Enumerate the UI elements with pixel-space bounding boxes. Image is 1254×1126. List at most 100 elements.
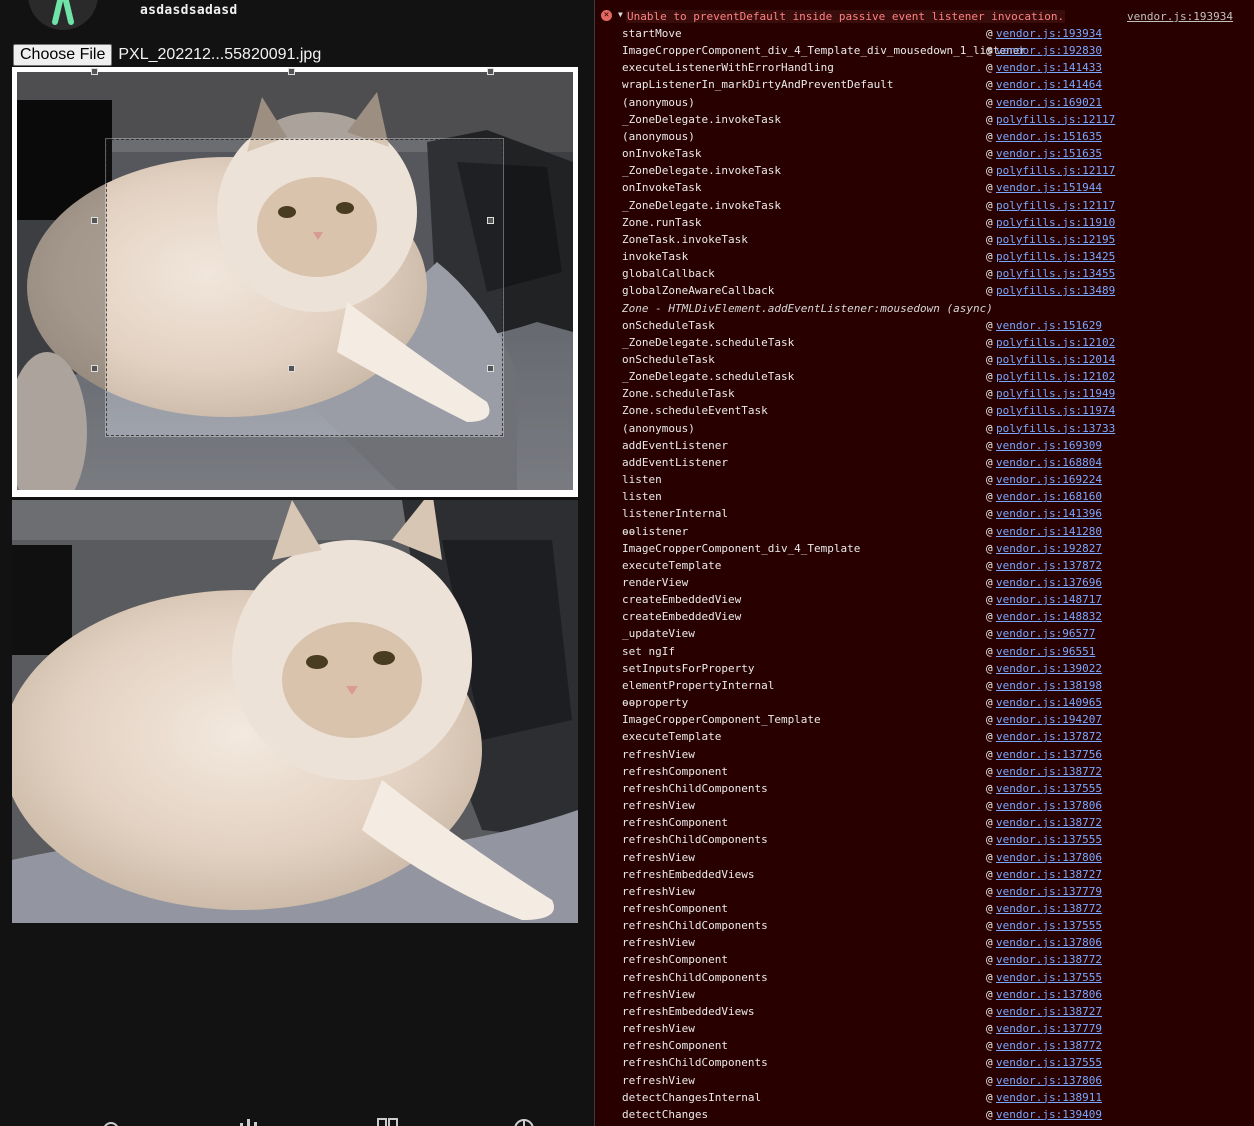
stack-frame-source-link[interactable]: vendor.js:140965 [996,694,1102,711]
expand-caret-icon[interactable]: ▼ [618,10,623,19]
stack-frame-source-link[interactable]: polyfills.js:13733 [996,420,1115,437]
globe-icon[interactable] [513,1116,535,1126]
stack-frame-source-link[interactable]: vendor.js:138727 [996,1003,1102,1020]
stack-frame-source-link[interactable]: polyfills.js:13489 [996,282,1115,299]
stack-frame-source-link[interactable]: vendor.js:138772 [996,1037,1102,1054]
stack-frame-source-link[interactable]: vendor.js:137872 [996,557,1102,574]
stack-frame-function: ZoneTask.invokeTask [622,232,748,246]
stack-frame-source-link[interactable]: vendor.js:151944 [996,179,1102,196]
stack-frame: listen @ vendor.js:169224 [595,471,1254,488]
stack-frame-source-link[interactable]: vendor.js:169224 [996,471,1102,488]
stack-frame-source-link[interactable]: vendor.js:151629 [996,317,1102,334]
grid-icon[interactable] [377,1116,399,1126]
stack-frame-source-link[interactable]: vendor.js:192830 [996,42,1102,59]
stack-frame-source-link[interactable]: vendor.js:137806 [996,849,1102,866]
stack-frame: refreshChildComponents @ vendor.js:137555 [595,969,1254,986]
stack-frame-source-link[interactable]: polyfills.js:11974 [996,402,1115,419]
avatar[interactable] [28,0,98,30]
error-source-link[interactable]: vendor.js:193934 [1127,10,1233,23]
stack-frame-source-link[interactable]: vendor.js:138911 [996,1089,1102,1106]
stack-frame-source-link[interactable]: polyfills.js:12117 [996,197,1115,214]
at-sign: @ [986,953,993,967]
at-sign: @ [986,799,993,813]
stack-frame-source-link[interactable]: vendor.js:137806 [996,934,1102,951]
stack-frame-source-link[interactable]: vendor.js:137806 [996,986,1102,1003]
stack-frame-source-link[interactable]: vendor.js:194207 [996,711,1102,728]
stack-frame-source-link[interactable]: vendor.js:96551 [996,643,1095,660]
stack-frame-source-link[interactable]: vendor.js:141396 [996,505,1102,522]
stack-frame-source-link[interactable]: vendor.js:139409 [996,1106,1102,1123]
crop-handle-top[interactable] [288,68,295,75]
stack-frame-source-link[interactable]: polyfills.js:11910 [996,214,1115,231]
stack-frame-source-link[interactable]: vendor.js:137779 [996,1020,1102,1037]
file-input[interactable]: Choose File PXL_202212...55820091.jpg [13,44,321,66]
stack-frame-source-link[interactable]: vendor.js:139022 [996,660,1102,677]
stack-frame-source-link[interactable]: polyfills.js:12195 [996,231,1115,248]
crop-handle-bottom-right[interactable] [487,365,494,372]
stack-frame-source-link[interactable]: vendor.js:148717 [996,591,1102,608]
crop-handle-bottom-left[interactable] [91,365,98,372]
stack-frame-source-link[interactable]: polyfills.js:12117 [996,111,1115,128]
search-icon[interactable] [100,1116,122,1126]
stack-frame-source-link[interactable]: vendor.js:137779 [996,883,1102,900]
stack-frame-source-link[interactable]: vendor.js:137555 [996,780,1102,797]
menu-icon[interactable] [8,1116,30,1126]
stack-frame-source-link[interactable]: polyfills.js:12102 [996,368,1115,385]
stack-frame: refreshView @ vendor.js:137806 [595,849,1254,866]
stack-frame-function: _ZoneDelegate.invokeTask [622,198,781,212]
stack-frame-source-link[interactable]: vendor.js:151635 [996,128,1102,145]
stack-frame-source-link[interactable]: polyfills.js:13425 [996,248,1115,265]
stack-frame-source-link[interactable]: vendor.js:137756 [996,746,1102,763]
at-sign: @ [986,1022,993,1036]
stack-frame-source-link[interactable]: vendor.js:137555 [996,969,1102,986]
crop-handle-top-right[interactable] [487,68,494,75]
crop-area[interactable] [105,138,504,437]
stack-frame-source-link[interactable]: vendor.js:137696 [996,574,1102,591]
stack-frame-source-link[interactable]: vendor.js:193934 [996,25,1102,42]
stack-frame-source-link[interactable]: vendor.js:141433 [996,59,1102,76]
stack-frame-source-link[interactable]: vendor.js:138772 [996,814,1102,831]
stack-frame-source-link[interactable]: vendor.js:192827 [996,540,1102,557]
stack-frame-source-link[interactable]: vendor.js:137806 [996,797,1102,814]
stack-frame-source-link[interactable]: vendor.js:141464 [996,76,1102,93]
stack-frame-source-link[interactable]: vendor.js:168804 [996,454,1102,471]
stack-frame-source-link[interactable]: polyfills.js:13455 [996,265,1115,282]
crop-handle-left[interactable] [91,217,98,224]
image-cropper[interactable] [12,67,578,497]
crop-handle-top-left[interactable] [91,68,98,75]
stack-frame-source-link[interactable]: vendor.js:148832 [996,608,1102,625]
stack-frame: refreshView @ vendor.js:137779 [595,1020,1254,1037]
crop-handle-bottom[interactable] [288,365,295,372]
stack-frame-source-link[interactable]: polyfills.js:11949 [996,385,1115,402]
stack-frame-function: _updateView [622,627,695,641]
at-sign: @ [986,884,993,898]
stack-frame-source-link[interactable]: polyfills.js:12102 [996,334,1115,351]
stack-frame-source-link[interactable]: vendor.js:138772 [996,900,1102,917]
stack-frame-source-link[interactable]: polyfills.js:12117 [996,162,1115,179]
stack-frame-source-link[interactable]: vendor.js:96577 [996,625,1095,642]
stack-frame-source-link[interactable]: vendor.js:138198 [996,677,1102,694]
choose-file-button[interactable]: Choose File [13,44,113,66]
stack-frame-source-link[interactable]: vendor.js:138727 [996,866,1102,883]
stack-frame: ImageCropperComponent_div_4_Template_div… [595,42,1254,59]
stack-frame-source-link[interactable]: vendor.js:151635 [996,145,1102,162]
stack-frame-source-link[interactable]: vendor.js:141280 [996,523,1102,540]
stack-frame-source-link[interactable]: vendor.js:137806 [996,1072,1102,1089]
crop-handle-right[interactable] [487,217,494,224]
stack-frame-source-link[interactable]: vendor.js:168160 [996,488,1102,505]
stack-frame-source-link[interactable]: vendor.js:137555 [996,917,1102,934]
stack-frame: ZoneTask.invokeTask @ polyfills.js:12195 [595,231,1254,248]
console-error-message[interactable]: ✕ ▼ Unable to preventDefault inside pass… [595,9,1254,26]
stack-frame: refreshChildComponents @ vendor.js:137555 [595,917,1254,934]
stack-frame-source-link[interactable]: vendor.js:137872 [996,728,1102,745]
stack-frame-source-link[interactable]: vendor.js:169309 [996,437,1102,454]
stack-frame-source-link[interactable]: vendor.js:137555 [996,1054,1102,1071]
stack-frame: _ZoneDelegate.scheduleTask @ polyfills.js:… [595,368,1254,385]
stack-frame: refreshComponent @ vendor.js:138772 [595,763,1254,780]
stack-frame-source-link[interactable]: vendor.js:138772 [996,951,1102,968]
chart-icon[interactable] [238,1116,260,1126]
stack-frame-source-link[interactable]: polyfills.js:12014 [996,351,1115,368]
stack-frame-source-link[interactable]: vendor.js:137555 [996,831,1102,848]
stack-frame-source-link[interactable]: vendor.js:138772 [996,763,1102,780]
stack-frame-source-link[interactable]: vendor.js:169021 [996,94,1102,111]
